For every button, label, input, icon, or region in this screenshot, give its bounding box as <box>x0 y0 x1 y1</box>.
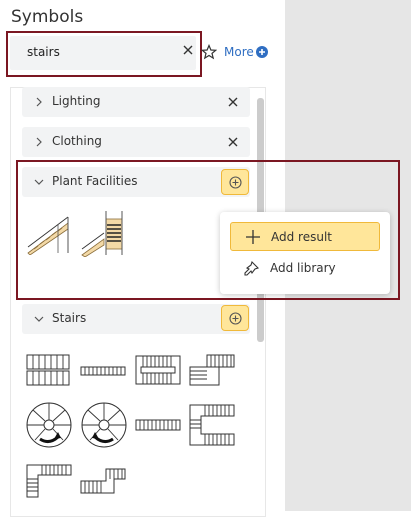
group-lighting[interactable]: Lighting <box>22 87 250 117</box>
menu-item-label: Add library <box>270 261 336 275</box>
group-stairs[interactable]: Stairs <box>22 304 250 334</box>
symbol-thumbnail[interactable] <box>26 354 70 386</box>
chevron-right-icon <box>36 137 42 147</box>
symbol-thumbnail[interactable] <box>80 366 126 376</box>
add-context-menu: Add result Add library <box>220 212 390 294</box>
menu-item-add-result[interactable]: Add result <box>230 222 380 251</box>
chevron-right-icon <box>36 97 42 107</box>
group-label: Stairs <box>52 311 87 325</box>
group-label: Clothing <box>52 134 102 148</box>
symbol-thumbnail[interactable] <box>135 355 181 385</box>
search-highlight <box>6 31 202 77</box>
star-icon[interactable] <box>201 44 217 60</box>
plus-circle-icon[interactable] <box>256 46 268 58</box>
more-link[interactable]: More <box>224 45 254 59</box>
symbol-thumbnail[interactable] <box>189 354 235 386</box>
add-button[interactable] <box>221 305 249 331</box>
menu-item-add-library[interactable]: Add library <box>230 256 380 282</box>
symbol-thumbnail[interactable] <box>80 401 128 449</box>
close-icon[interactable] <box>227 136 239 148</box>
group-label: Lighting <box>52 94 101 108</box>
symbol-thumbnail[interactable] <box>25 401 73 449</box>
chevron-down-icon <box>34 316 44 322</box>
group-clothing[interactable]: Clothing <box>22 127 250 157</box>
menu-item-label: Add result <box>271 230 332 244</box>
pin-icon <box>244 260 260 276</box>
panel-title: Symbols <box>11 7 84 27</box>
symbol-thumbnail[interactable] <box>80 468 126 494</box>
close-icon[interactable] <box>227 96 239 108</box>
symbol-thumbnail[interactable] <box>26 464 72 498</box>
symbol-thumbnail[interactable] <box>135 419 181 431</box>
plus-circle-icon <box>229 312 242 325</box>
symbol-thumbnail[interactable] <box>189 404 235 446</box>
plus-icon <box>246 230 260 244</box>
